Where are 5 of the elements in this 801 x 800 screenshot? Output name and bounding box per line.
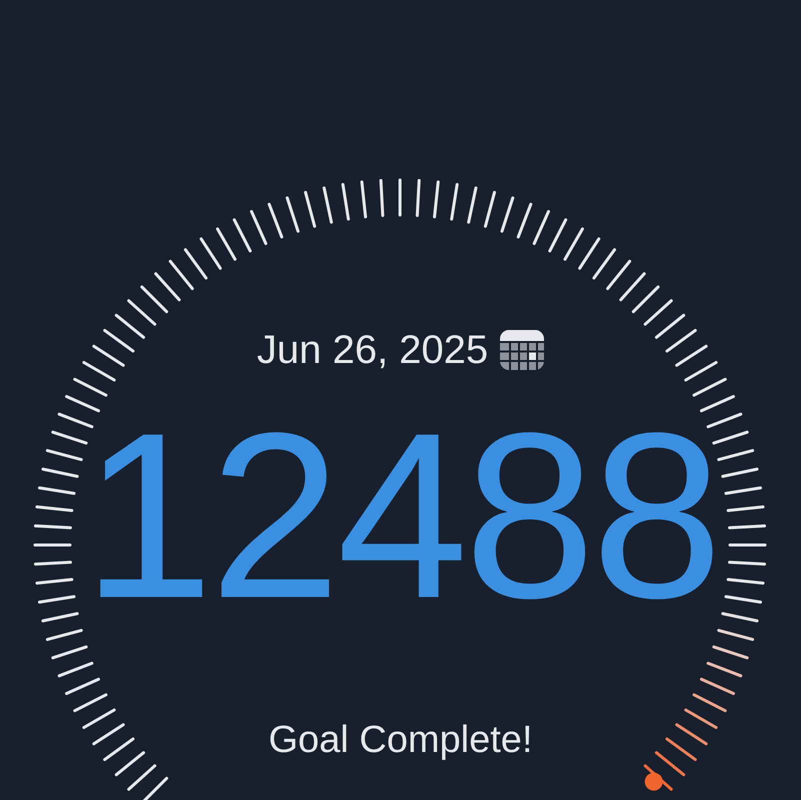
status-label: Goal Complete! [268,718,532,763]
step-count: 12488 [82,416,719,616]
calendar-icon[interactable] [500,328,544,372]
date-label: Jun 26, 2025 [256,327,488,374]
marker-icon [644,772,663,791]
